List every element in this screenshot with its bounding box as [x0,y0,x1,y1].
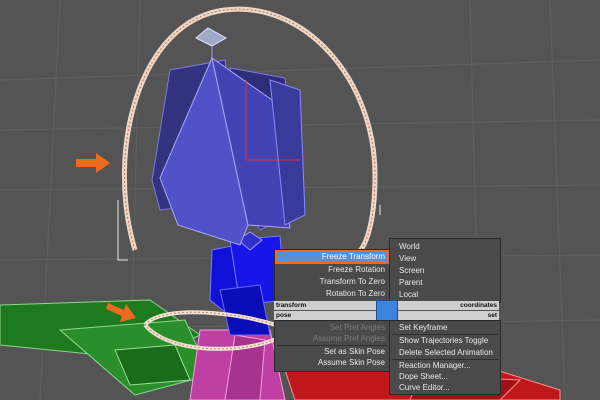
menu-item-local[interactable]: Local [399,289,418,301]
blue-torso [151,56,306,246]
menu-item-assume-pref-angles[interactable]: Assume Pref Angles [275,333,385,345]
quad-top-right: World View Screen Parent Local [389,238,501,303]
quad-bottom-right: Set Keyframe Show Trajectories Toggle De… [389,320,501,395]
menu-item-curve-editor[interactable]: Curve Editor... [399,382,450,394]
menu-item-transform-to-zero[interactable]: Transform To Zero [275,276,385,288]
svg-text:x: x [302,154,305,160]
quad-title-set: set [487,312,497,319]
menu-item-rotation-to-zero[interactable]: Rotation To Zero [275,288,385,300]
quad-center-handle[interactable] [376,300,398,321]
quad-bottom-left: Set Pref Angles Assume Pref Angles Set a… [274,320,390,372]
menu-item-screen[interactable]: Screen [399,265,424,277]
menu-item-view[interactable]: View [399,253,416,265]
quad-top-left: Freeze Transform Freeze Rotation Transfo… [274,249,390,303]
quad-title-coordinates: coordinates [460,302,497,309]
menu-item-freeze-transform[interactable]: Freeze Transform [275,251,385,263]
menu-item-assume-skin-pose[interactable]: Assume Skin Pose [275,357,385,369]
quad-title-transform: transform [276,302,307,309]
menu-item-set-keyframe[interactable]: Set Keyframe [399,322,447,334]
menu-item-show-trajectories-toggle[interactable]: Show Trajectories Toggle [399,335,488,347]
menu-item-world[interactable]: World [399,241,420,253]
menu-item-delete-selected-animation[interactable]: Delete Selected Animation [399,347,493,359]
menu-item-parent[interactable]: Parent [399,277,423,289]
quad-title-pose: pose [276,312,292,319]
menu-item-freeze-rotation[interactable]: Freeze Rotation [275,264,385,276]
3d-viewport[interactable]: x Freeze Transform Freeze Rotation Trans… [0,0,600,400]
